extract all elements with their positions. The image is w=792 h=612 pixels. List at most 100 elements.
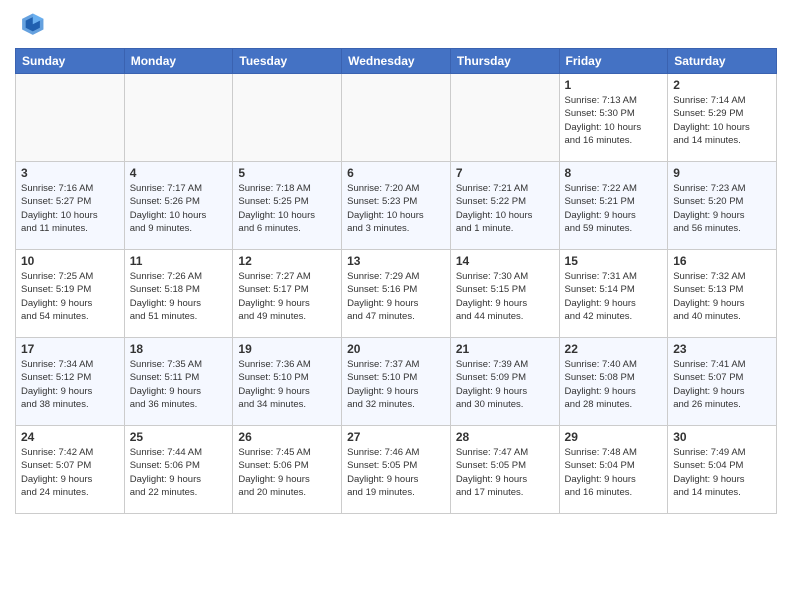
day-number: 18	[130, 342, 228, 356]
calendar-day-cell: 3 Sunrise: 7:16 AM Sunset: 5:27 PM Daylig…	[16, 162, 125, 250]
calendar-day-cell: 12 Sunrise: 7:27 AM Sunset: 5:17 PM Dayli…	[233, 250, 342, 338]
calendar-day-cell: 17 Sunrise: 7:34 AM Sunset: 5:12 PM Dayli…	[16, 338, 125, 426]
day-info: Sunrise: 7:35 AM Sunset: 5:11 PM Dayligh…	[130, 358, 228, 411]
day-number: 8	[565, 166, 663, 180]
day-info: Sunrise: 7:39 AM Sunset: 5:09 PM Dayligh…	[456, 358, 554, 411]
day-info: Sunrise: 7:21 AM Sunset: 5:22 PM Dayligh…	[456, 182, 554, 235]
logo-icon	[15, 10, 47, 42]
day-number: 29	[565, 430, 663, 444]
weekday-header: Friday	[559, 49, 668, 74]
calendar-day-cell: 30 Sunrise: 7:49 AM Sunset: 5:04 PM Dayli…	[668, 426, 777, 514]
day-number: 12	[238, 254, 336, 268]
calendar-day-cell: 23 Sunrise: 7:41 AM Sunset: 5:07 PM Dayli…	[668, 338, 777, 426]
day-info: Sunrise: 7:34 AM Sunset: 5:12 PM Dayligh…	[21, 358, 119, 411]
day-number: 25	[130, 430, 228, 444]
day-info: Sunrise: 7:49 AM Sunset: 5:04 PM Dayligh…	[673, 446, 771, 499]
calendar-week-row: 1Sunrise: 7:13 AM Sunset: 5:30 PM Daylig…	[16, 74, 777, 162]
day-info: Sunrise: 7:22 AM Sunset: 5:21 PM Dayligh…	[565, 182, 663, 235]
calendar-day-cell: 10Sunrise: 7:25 AM Sunset: 5:19 PM Dayli…	[16, 250, 125, 338]
day-number: 23	[673, 342, 771, 356]
day-number: 14	[456, 254, 554, 268]
calendar-day-cell: 29 Sunrise: 7:48 AM Sunset: 5:04 PM Dayli…	[559, 426, 668, 514]
day-info: Sunrise: 7:16 AM Sunset: 5:27 PM Dayligh…	[21, 182, 119, 235]
day-info: Sunrise: 7:45 AM Sunset: 5:06 PM Dayligh…	[238, 446, 336, 499]
day-number: 11	[130, 254, 228, 268]
calendar-day-cell: 16Sunrise: 7:32 AM Sunset: 5:13 PM Dayli…	[668, 250, 777, 338]
day-number: 15	[565, 254, 663, 268]
day-number: 28	[456, 430, 554, 444]
calendar-day-cell: 2Sunrise: 7:14 AM Sunset: 5:29 PM Daylig…	[668, 74, 777, 162]
calendar-day-cell: 18 Sunrise: 7:35 AM Sunset: 5:11 PM Dayli…	[124, 338, 233, 426]
calendar-day-cell	[450, 74, 559, 162]
day-info: Sunrise: 7:46 AM Sunset: 5:05 PM Dayligh…	[347, 446, 445, 499]
header	[15, 10, 777, 42]
calendar-day-cell: 4 Sunrise: 7:17 AM Sunset: 5:26 PM Daylig…	[124, 162, 233, 250]
calendar-day-cell: 13 Sunrise: 7:29 AM Sunset: 5:16 PM Dayli…	[342, 250, 451, 338]
day-info: Sunrise: 7:48 AM Sunset: 5:04 PM Dayligh…	[565, 446, 663, 499]
calendar-day-cell: 14 Sunrise: 7:30 AM Sunset: 5:15 PM Dayli…	[450, 250, 559, 338]
day-number: 3	[21, 166, 119, 180]
logo	[15, 10, 51, 42]
day-info: Sunrise: 7:40 AM Sunset: 5:08 PM Dayligh…	[565, 358, 663, 411]
day-number: 27	[347, 430, 445, 444]
day-number: 21	[456, 342, 554, 356]
day-number: 1	[565, 78, 663, 92]
calendar-day-cell: 28 Sunrise: 7:47 AM Sunset: 5:05 PM Dayli…	[450, 426, 559, 514]
day-info: Sunrise: 7:31 AM Sunset: 5:14 PM Dayligh…	[565, 270, 663, 323]
calendar-week-row: 24 Sunrise: 7:42 AM Sunset: 5:07 PM Dayli…	[16, 426, 777, 514]
day-info: Sunrise: 7:36 AM Sunset: 5:10 PM Dayligh…	[238, 358, 336, 411]
calendar-day-cell: 6 Sunrise: 7:20 AM Sunset: 5:23 PM Daylig…	[342, 162, 451, 250]
day-info: Sunrise: 7:23 AM Sunset: 5:20 PM Dayligh…	[673, 182, 771, 235]
calendar-day-cell: 22 Sunrise: 7:40 AM Sunset: 5:08 PM Dayli…	[559, 338, 668, 426]
weekday-header: Tuesday	[233, 49, 342, 74]
day-number: 6	[347, 166, 445, 180]
day-info: Sunrise: 7:20 AM Sunset: 5:23 PM Dayligh…	[347, 182, 445, 235]
day-info: Sunrise: 7:41 AM Sunset: 5:07 PM Dayligh…	[673, 358, 771, 411]
calendar-week-row: 17 Sunrise: 7:34 AM Sunset: 5:12 PM Dayli…	[16, 338, 777, 426]
day-info: Sunrise: 7:29 AM Sunset: 5:16 PM Dayligh…	[347, 270, 445, 323]
calendar-day-cell: 15 Sunrise: 7:31 AM Sunset: 5:14 PM Dayli…	[559, 250, 668, 338]
calendar-day-cell: 25 Sunrise: 7:44 AM Sunset: 5:06 PM Dayli…	[124, 426, 233, 514]
page: SundayMondayTuesdayWednesdayThursdayFrid…	[0, 0, 792, 529]
calendar-day-cell: 7 Sunrise: 7:21 AM Sunset: 5:22 PM Daylig…	[450, 162, 559, 250]
day-info: Sunrise: 7:44 AM Sunset: 5:06 PM Dayligh…	[130, 446, 228, 499]
calendar-day-cell: 8 Sunrise: 7:22 AM Sunset: 5:21 PM Daylig…	[559, 162, 668, 250]
weekday-header: Monday	[124, 49, 233, 74]
calendar-day-cell	[16, 74, 125, 162]
day-info: Sunrise: 7:26 AM Sunset: 5:18 PM Dayligh…	[130, 270, 228, 323]
day-info: Sunrise: 7:32 AM Sunset: 5:13 PM Dayligh…	[673, 270, 771, 323]
day-number: 22	[565, 342, 663, 356]
day-info: Sunrise: 7:47 AM Sunset: 5:05 PM Dayligh…	[456, 446, 554, 499]
calendar-day-cell: 20 Sunrise: 7:37 AM Sunset: 5:10 PM Dayli…	[342, 338, 451, 426]
day-info: Sunrise: 7:27 AM Sunset: 5:17 PM Dayligh…	[238, 270, 336, 323]
day-info: Sunrise: 7:25 AM Sunset: 5:19 PM Dayligh…	[21, 270, 119, 323]
day-info: Sunrise: 7:37 AM Sunset: 5:10 PM Dayligh…	[347, 358, 445, 411]
day-info: Sunrise: 7:30 AM Sunset: 5:15 PM Dayligh…	[456, 270, 554, 323]
calendar-week-row: 3 Sunrise: 7:16 AM Sunset: 5:27 PM Daylig…	[16, 162, 777, 250]
calendar-day-cell: 19 Sunrise: 7:36 AM Sunset: 5:10 PM Dayli…	[233, 338, 342, 426]
day-number: 7	[456, 166, 554, 180]
day-number: 24	[21, 430, 119, 444]
day-info: Sunrise: 7:17 AM Sunset: 5:26 PM Dayligh…	[130, 182, 228, 235]
calendar-day-cell: 5Sunrise: 7:18 AM Sunset: 5:25 PM Daylig…	[233, 162, 342, 250]
calendar-day-cell: 11 Sunrise: 7:26 AM Sunset: 5:18 PM Dayli…	[124, 250, 233, 338]
day-number: 4	[130, 166, 228, 180]
day-number: 19	[238, 342, 336, 356]
calendar-day-cell: 27 Sunrise: 7:46 AM Sunset: 5:05 PM Dayli…	[342, 426, 451, 514]
calendar-day-cell	[233, 74, 342, 162]
day-number: 17	[21, 342, 119, 356]
calendar-day-cell: 24 Sunrise: 7:42 AM Sunset: 5:07 PM Dayli…	[16, 426, 125, 514]
calendar-day-cell: 9 Sunrise: 7:23 AM Sunset: 5:20 PM Daylig…	[668, 162, 777, 250]
calendar-day-cell	[124, 74, 233, 162]
calendar-day-cell: 26Sunrise: 7:45 AM Sunset: 5:06 PM Dayli…	[233, 426, 342, 514]
weekday-header: Wednesday	[342, 49, 451, 74]
calendar-week-row: 10Sunrise: 7:25 AM Sunset: 5:19 PM Dayli…	[16, 250, 777, 338]
day-number: 30	[673, 430, 771, 444]
weekday-header: Sunday	[16, 49, 125, 74]
day-info: Sunrise: 7:42 AM Sunset: 5:07 PM Dayligh…	[21, 446, 119, 499]
day-number: 2	[673, 78, 771, 92]
day-number: 9	[673, 166, 771, 180]
day-number: 13	[347, 254, 445, 268]
day-number: 20	[347, 342, 445, 356]
calendar-header-row: SundayMondayTuesdayWednesdayThursdayFrid…	[16, 49, 777, 74]
